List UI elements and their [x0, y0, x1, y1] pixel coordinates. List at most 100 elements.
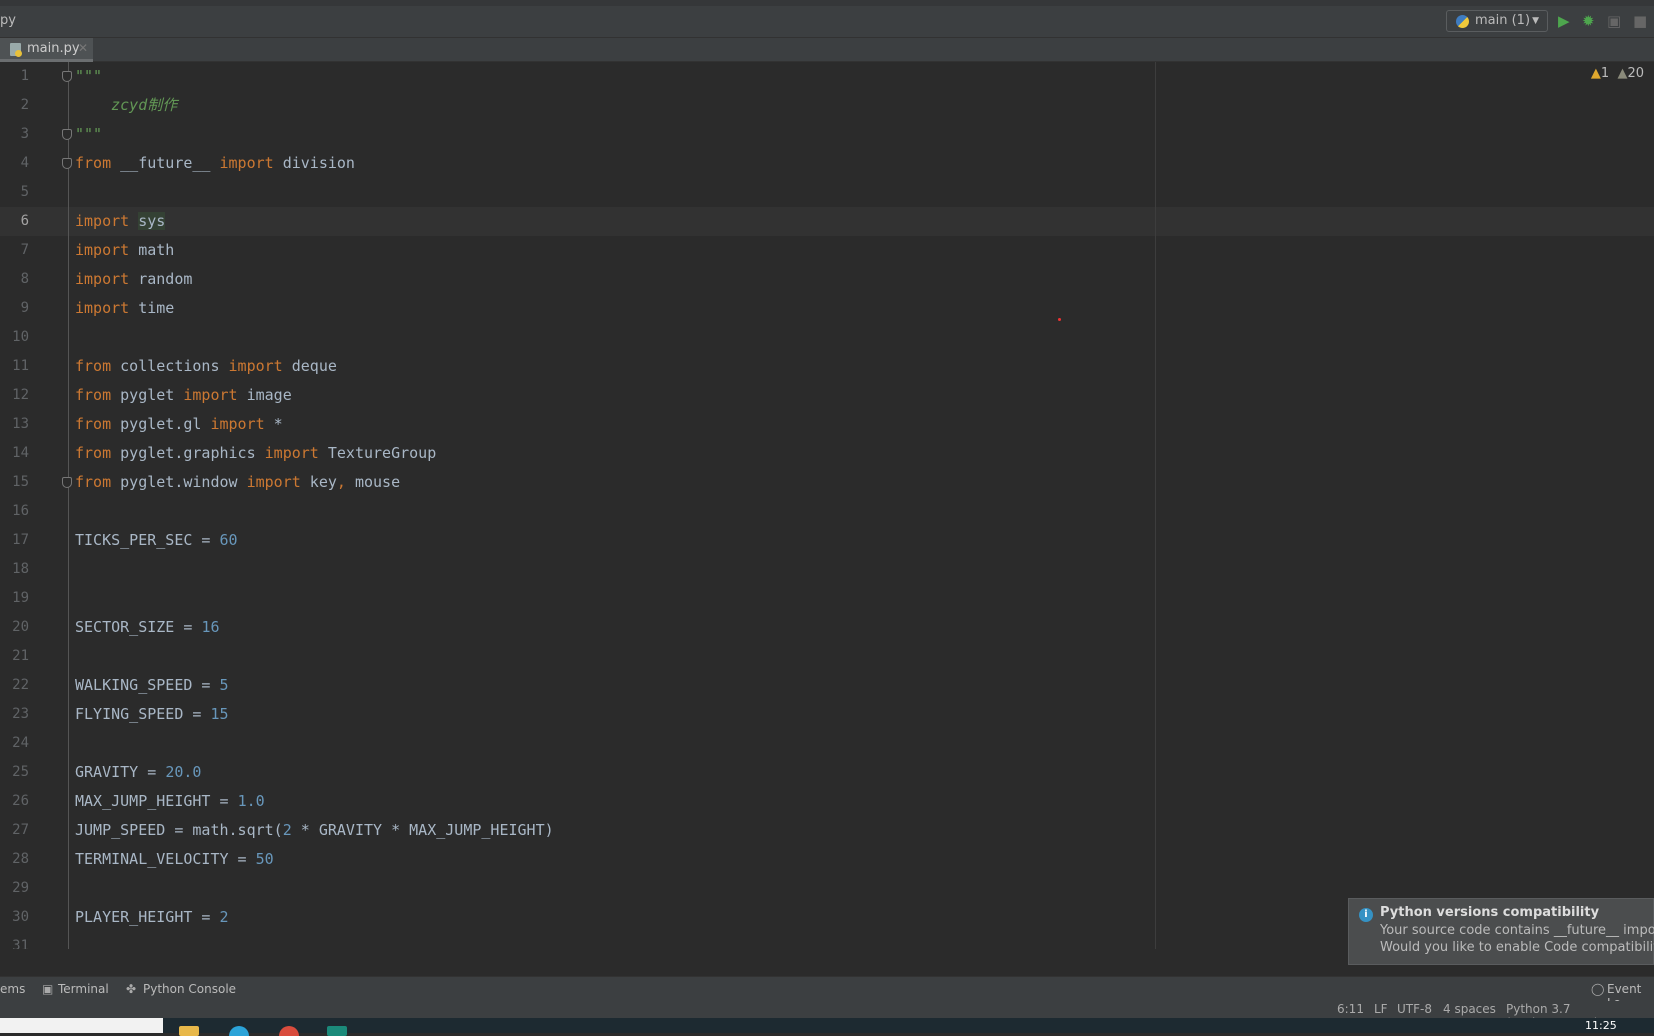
- pycharm-icon[interactable]: [327, 1026, 347, 1036]
- code-token: import: [210, 415, 265, 433]
- code-line[interactable]: 10: [0, 323, 1654, 352]
- warning-icon: ▲: [1590, 66, 1601, 81]
- code-editor[interactable]: 1 """ 2 zcyd制作 3 """ 4 from __future__ import …: [0, 62, 1654, 949]
- tab-main-py[interactable]: main.py ✕: [0, 38, 93, 62]
- taskbar-search[interactable]: [0, 1018, 163, 1033]
- line-number: 31: [12, 938, 29, 949]
- code-line[interactable]: 7 import math: [0, 236, 1654, 265]
- line-number: 13: [12, 416, 29, 432]
- code-token: import: [75, 241, 130, 259]
- code-line[interactable]: 14 from pyglet.graphics import TextureGro…: [0, 439, 1654, 468]
- code-line[interactable]: 19: [0, 584, 1654, 613]
- code-text: zcyd制作: [75, 91, 177, 120]
- code-line[interactable]: 6 import sys: [0, 207, 1654, 236]
- code-line[interactable]: 17 TICKS_PER_SEC = 60: [0, 526, 1654, 555]
- code-line[interactable]: 22 WALKING_SPEED = 5: [0, 671, 1654, 700]
- code-text: from pyglet.window import key, mouse: [75, 468, 400, 497]
- error-count: 1: [1600, 66, 1610, 81]
- line-number: 11: [12, 358, 29, 374]
- code-token: MAX_JUMP_HEIGHT =: [75, 792, 238, 810]
- fold-marker-icon[interactable]: [62, 71, 72, 82]
- code-token: from: [75, 357, 112, 375]
- code-text: from pyglet.gl import *: [75, 410, 283, 439]
- code-text: SECTOR_SIZE = 16: [75, 613, 220, 642]
- tool-python-console[interactable]: Python Console: [143, 982, 236, 996]
- fold-marker-icon[interactable]: [62, 158, 72, 169]
- notification-link[interactable]: Would you like to enable Code compatibil…: [1380, 939, 1654, 956]
- code-line[interactable]: 16: [0, 497, 1654, 526]
- run-with-coverage-icon[interactable]: ▣: [1607, 12, 1621, 30]
- code-token: key: [300, 473, 337, 491]
- code-text: """: [75, 120, 102, 149]
- code-line[interactable]: 8 import random: [0, 265, 1654, 294]
- code-line[interactable]: 25 GRAVITY = 20.0: [0, 758, 1654, 787]
- notification-line-1: Your source code contains __future__ imp…: [1380, 923, 1654, 938]
- code-line[interactable]: 3 """: [0, 120, 1654, 149]
- code-line[interactable]: 23 FLYING_SPEED = 15: [0, 700, 1654, 729]
- line-number: 19: [12, 590, 29, 606]
- code-token: * GRAVITY * MAX_JUMP_HEIGHT): [291, 821, 554, 839]
- line-number: 24: [12, 735, 29, 751]
- notification-title: Python versions compatibility: [1380, 905, 1600, 920]
- close-icon[interactable]: ✕: [78, 41, 88, 55]
- code-token: 1.0: [237, 792, 265, 810]
- code-line[interactable]: 9 import time: [0, 294, 1654, 323]
- code-token: WALKING_SPEED =: [75, 676, 220, 694]
- indent-setting[interactable]: 4 spaces: [1443, 1002, 1496, 1016]
- code-token: import: [228, 357, 283, 375]
- code-line[interactable]: 26 MAX_JUMP_HEIGHT = 1.0: [0, 787, 1654, 816]
- line-number: 10: [12, 329, 29, 345]
- debug-icon[interactable]: ✹: [1582, 12, 1595, 30]
- code-line[interactable]: 1 """: [0, 62, 1654, 91]
- code-line[interactable]: 18: [0, 555, 1654, 584]
- fold-marker-icon[interactable]: [62, 129, 72, 140]
- chrome-icon[interactable]: [279, 1026, 299, 1036]
- line-number: 23: [12, 706, 29, 722]
- code-token: import: [219, 154, 274, 172]
- code-line[interactable]: 15 from pyglet.window import key, mouse: [0, 468, 1654, 497]
- code-line[interactable]: 28 TERMINAL_VELOCITY = 50: [0, 845, 1654, 874]
- line-number: 2: [20, 97, 29, 113]
- run-icon[interactable]: ▶: [1558, 12, 1570, 30]
- line-number: 30: [12, 909, 29, 925]
- caret-position[interactable]: 6:11: [1337, 1002, 1364, 1016]
- line-number: 9: [20, 300, 29, 316]
- inspection-widget[interactable]: ▲1 ▲20: [1591, 66, 1644, 81]
- notification-balloon[interactable]: i Python versions compatibility Your sou…: [1348, 898, 1654, 965]
- code-token: *: [264, 415, 283, 433]
- code-line[interactable]: 11 from collections import deque: [0, 352, 1654, 381]
- run-configuration-select[interactable]: main (1) ▼: [1446, 10, 1548, 32]
- code-line[interactable]: 4 from __future__ import division: [0, 149, 1654, 178]
- code-line[interactable]: 12 from pyglet import image: [0, 381, 1654, 410]
- code-token: import: [75, 270, 130, 288]
- code-token: __future__: [111, 154, 220, 172]
- code-token: from: [75, 386, 112, 404]
- code-line[interactable]: 13 from pyglet.gl import *: [0, 410, 1654, 439]
- code-token: random: [129, 270, 193, 288]
- code-token: math: [129, 241, 175, 259]
- code-token: import: [183, 386, 238, 404]
- tool-problems[interactable]: ems: [0, 982, 25, 996]
- event-log-icon: ◯: [1591, 982, 1605, 996]
- line-separator[interactable]: LF: [1374, 1002, 1388, 1016]
- tool-terminal[interactable]: Terminal: [58, 982, 109, 996]
- file-encoding[interactable]: UTF-8: [1397, 1002, 1432, 1016]
- browser-icon[interactable]: [229, 1026, 249, 1036]
- code-line[interactable]: 20 SECTOR_SIZE = 16: [0, 613, 1654, 642]
- code-line[interactable]: 24: [0, 729, 1654, 758]
- line-number: 16: [12, 503, 29, 519]
- code-line[interactable]: 27 JUMP_SPEED = math.sqrt(2 * GRAVITY * M…: [0, 816, 1654, 845]
- run-configuration-label: main (1): [1475, 13, 1531, 28]
- stop-icon[interactable]: ■: [1633, 12, 1647, 30]
- breadcrumb[interactable]: py: [0, 13, 16, 28]
- code-token: from: [75, 415, 112, 433]
- code-line[interactable]: 21: [0, 642, 1654, 671]
- file-explorer-icon[interactable]: [179, 1026, 199, 1036]
- code-text: from pyglet.graphics import TextureGroup: [75, 439, 436, 468]
- fold-marker-icon[interactable]: [62, 477, 72, 488]
- code-line[interactable]: 5: [0, 178, 1654, 207]
- code-token: pyglet.gl: [111, 415, 211, 433]
- code-line[interactable]: 2 zcyd制作: [0, 91, 1654, 120]
- code-token: GRAVITY =: [75, 763, 166, 781]
- code-token: 50: [255, 850, 274, 868]
